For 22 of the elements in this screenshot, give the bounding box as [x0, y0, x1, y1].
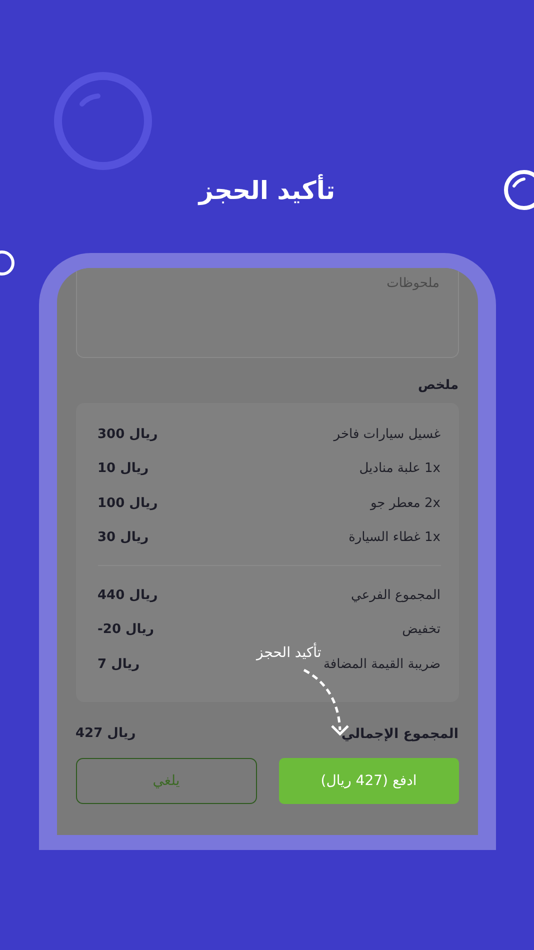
item-amount: 100 ريال [98, 496, 158, 511]
pay-button[interactable]: ادفع (427 ريال) [279, 758, 458, 804]
total-amount: -20 ريال [98, 622, 154, 638]
grand-total-amount: 427 ريال [76, 726, 136, 741]
item-amount: 30 ريال [98, 530, 149, 546]
item-label: 2x معطر جو [370, 496, 440, 511]
section-heading: ملخص [417, 378, 458, 393]
total-label: تخفيض [402, 622, 440, 638]
item-amount: 10 ريال [98, 461, 149, 476]
item-label: 1x غطاء السيارة [348, 530, 440, 546]
item-label: غسيل سيارات فاخر [334, 426, 440, 442]
page-title: تأكيد الحجز [198, 176, 336, 208]
grand-total-label: المجموع الإجمالي [341, 726, 458, 742]
total-label: ضريبة القيمة المضافة [323, 656, 440, 672]
item-amount: 300 ريال [98, 426, 158, 442]
total-amount: 7 ريال [98, 656, 140, 672]
item-label: 1x علبة مناديل [359, 461, 440, 476]
bubble-decoration [502, 168, 534, 212]
hint-label: تأكيد الحجز [256, 645, 322, 661]
total-amount: 440 ريال [98, 588, 158, 603]
cancel-button[interactable]: يلغي [76, 758, 257, 804]
total-label: المجموع الفرعي [350, 588, 440, 603]
